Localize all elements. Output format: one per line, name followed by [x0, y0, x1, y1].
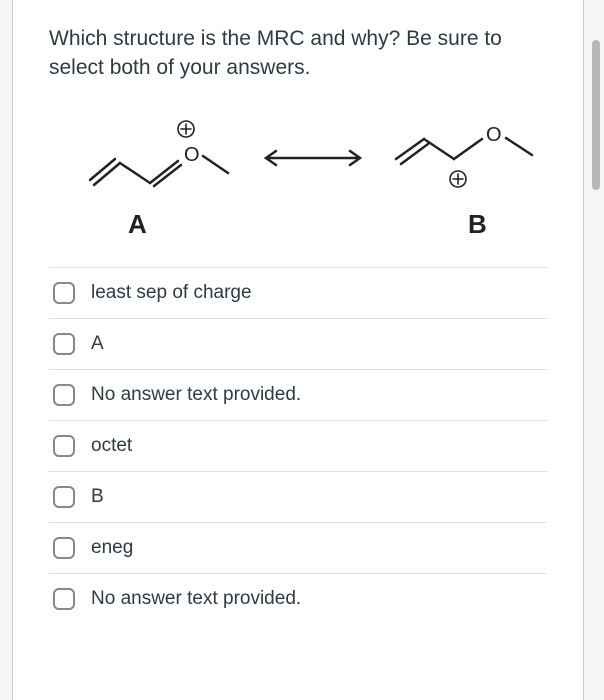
question-card: Which structure is the MRC and why? Be s… — [12, 0, 584, 700]
resonance-diagram: O — [58, 103, 538, 243]
label-b: B — [468, 209, 487, 239]
option-label: A — [91, 333, 104, 355]
svg-text:O: O — [184, 144, 200, 166]
checkbox-icon[interactable] — [53, 537, 75, 559]
checkbox-icon[interactable] — [53, 384, 75, 406]
option-row[interactable]: A — [49, 318, 547, 369]
option-row[interactable]: B — [49, 471, 547, 522]
option-label: B — [91, 486, 104, 508]
option-label: No answer text provided. — [91, 588, 301, 610]
checkbox-icon[interactable] — [53, 435, 75, 457]
scrollbar-thumb[interactable] — [592, 40, 600, 190]
option-label: eneg — [91, 537, 133, 559]
options-list: least sep of charge A No answer text pro… — [49, 267, 547, 624]
checkbox-icon[interactable] — [53, 282, 75, 304]
option-row[interactable]: least sep of charge — [49, 267, 547, 318]
checkbox-icon[interactable] — [53, 486, 75, 508]
scrollbar-track[interactable] — [592, 0, 600, 700]
option-row[interactable]: octet — [49, 420, 547, 471]
checkbox-icon[interactable] — [53, 333, 75, 355]
option-label: octet — [91, 435, 132, 457]
option-label: No answer text provided. — [91, 384, 301, 406]
svg-text:O: O — [486, 124, 502, 146]
option-row[interactable]: eneg — [49, 522, 547, 573]
option-row[interactable]: No answer text provided. — [49, 573, 547, 624]
checkbox-icon[interactable] — [53, 588, 75, 610]
question-text: Which structure is the MRC and why? Be s… — [49, 24, 547, 83]
option-row[interactable]: No answer text provided. — [49, 369, 547, 420]
label-a: A — [128, 209, 147, 239]
option-label: least sep of charge — [91, 282, 252, 304]
